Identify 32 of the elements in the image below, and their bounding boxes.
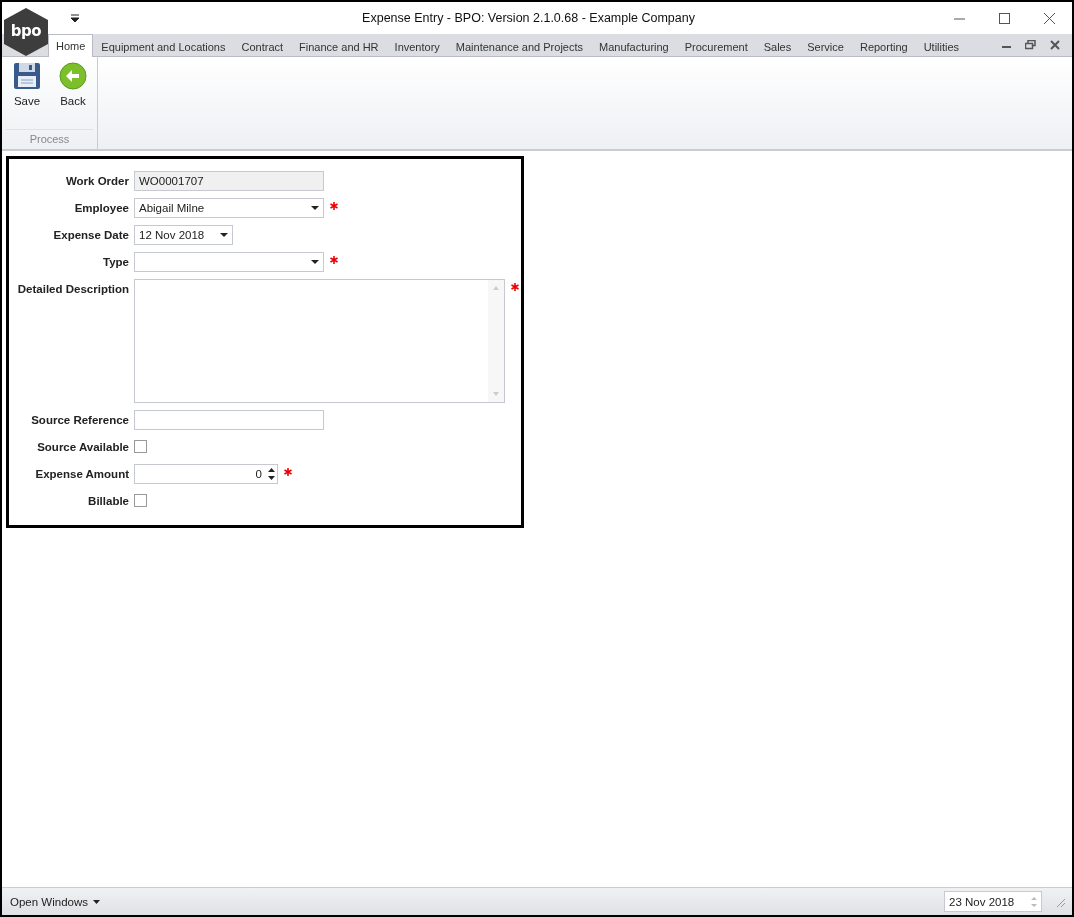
ribbon-tab[interactable]: Manufacturing (591, 35, 677, 57)
ribbon-tab[interactable]: Home (48, 34, 94, 57)
dropdown-field[interactable]: Abigail Milne (134, 198, 324, 218)
ribbon-tab[interactable]: Equipment and Locations (93, 35, 234, 57)
window-title: Expense Entry - BPO: Version 2.1.0.68 - Example Company (361, 11, 696, 25)
field-label: Detailed Description (16, 282, 129, 297)
text-field[interactable]: WO0001707 (134, 171, 324, 191)
field-label: Expense Amount (34, 467, 129, 482)
ribbon-tab[interactable]: Sales (755, 35, 800, 57)
number-field[interactable]: 0 (134, 464, 278, 484)
field-label: Work Order (64, 174, 129, 189)
field-label: Source Available (36, 440, 129, 455)
ribbon-tab[interactable]: Contract (233, 35, 292, 57)
ribbon-tab[interactable]: Utilities (915, 35, 968, 57)
save-button[interactable]: Save (8, 62, 46, 129)
field-label: Type (102, 255, 129, 270)
field-label: Billable (87, 494, 129, 509)
field-label: Source Reference (30, 413, 129, 428)
ribbon-tab[interactable]: Procurement (676, 35, 756, 57)
open-windows-button[interactable]: Open Windows (10, 895, 100, 908)
ribbon-tab[interactable]: Finance and HR (291, 35, 387, 57)
app-logo: bpo (4, 8, 48, 56)
ribbon-tab[interactable]: Service (799, 35, 852, 57)
ribbon-group-label: Process (6, 129, 93, 149)
ribbon-tab[interactable]: Maintenance and Projects (447, 35, 591, 57)
field-label: Employee (73, 201, 129, 216)
date-field[interactable]: 23 Nov 2018 (944, 891, 1042, 912)
ribbon-tab[interactable]: Reporting (851, 35, 916, 57)
date-picker[interactable]: 12 Nov 2018 (134, 225, 233, 245)
field-label: Expense Date (52, 228, 129, 243)
back-button[interactable]: Back (54, 62, 92, 129)
ribbon-tab[interactable]: Inventory (386, 35, 448, 57)
